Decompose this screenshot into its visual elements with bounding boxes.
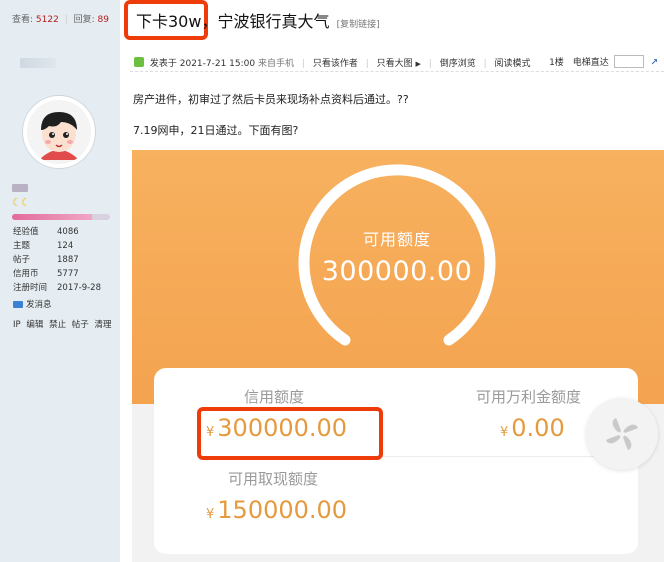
- post-meta: 发表于 2021-7-21 15:00 来自手机 | 只看该作者 | 只看大图 …: [134, 56, 531, 69]
- stat-value[interactable]: 4086: [57, 227, 79, 237]
- cash-limit-amount: 150000.00: [217, 496, 348, 524]
- post-line-2: 7.19网申，21日通过。下面有图?: [133, 124, 299, 137]
- send-message-label: 发消息: [26, 300, 52, 310]
- only-large-image-link[interactable]: 只看大图: [377, 59, 413, 69]
- avatar-cartoon-icon: [27, 100, 91, 164]
- stat-label: 注册时间: [13, 283, 48, 293]
- stat-row: 主题 124: [13, 239, 101, 253]
- divider: |: [428, 59, 432, 69]
- admin-link-edit[interactable]: 编辑: [26, 320, 43, 330]
- cash-limit-label: 可用取现额度: [228, 470, 319, 488]
- envelope-icon: [13, 301, 23, 308]
- only-author-link[interactable]: 只看该作者: [313, 59, 358, 69]
- stat-row: 经验值 4086: [13, 225, 101, 239]
- wanli-limit-amount: 0.00: [511, 414, 565, 442]
- replies-label: 回复:: [73, 15, 95, 25]
- post-line-1: 房产进件，初审过了然后卡员来现场补点资料后通过。??: [133, 93, 409, 106]
- user-stats: 经验值 4086 主题 124 帖子 1887 信用币 5777 注册时间 2017-9-…: [13, 225, 101, 295]
- user-group-redacted: [12, 184, 28, 192]
- credit-highlight-box: [197, 407, 383, 460]
- stat-row: 信用币 5777: [13, 267, 101, 281]
- credit-limit-label: 信用额度: [244, 388, 305, 406]
- copy-link[interactable]: [复制链接]: [337, 20, 380, 30]
- attached-image[interactable]: 可用额度 300000.00 信用额度 可用万利金额度 ¥300000.00 ¥…: [132, 150, 664, 562]
- currency-symbol: ¥: [500, 425, 509, 440]
- floor-number: 1楼: [549, 58, 564, 68]
- admin-link-clean[interactable]: 清理: [95, 320, 112, 330]
- gauge-value: 300000.00: [321, 256, 473, 287]
- elevator-label: 电梯直达: [572, 58, 609, 68]
- moon-rank-icon: ☾☾: [12, 196, 31, 209]
- avatar[interactable]: [23, 96, 95, 168]
- replies-count: 89: [97, 15, 109, 25]
- divider: |: [483, 59, 487, 69]
- stat-label: 信用币: [13, 269, 39, 279]
- cash-limit-value: ¥150000.00: [206, 496, 347, 524]
- reading-mode-link[interactable]: 阅读模式: [495, 59, 531, 69]
- divider: |: [301, 59, 305, 69]
- jump-arrow-icon[interactable]: ↗: [650, 58, 658, 68]
- admin-link-posts[interactable]: 帖子: [72, 320, 89, 330]
- admin-links: IP 编辑 禁止 帖子 清理: [13, 318, 115, 330]
- wanli-limit-value: ¥0.00: [500, 414, 565, 442]
- stat-row: 帖子 1887: [13, 253, 101, 267]
- admin-link-ban[interactable]: 禁止: [49, 320, 66, 330]
- floor-navigation: 1楼 电梯直达 ↗: [549, 55, 658, 68]
- limit-card: 信用额度 可用万利金额度 ¥300000.00 ¥0.00 可用取现额度 ¥15…: [154, 368, 638, 554]
- stat-value: 5777: [57, 269, 79, 279]
- title-highlight-text: 下卡30w，: [136, 12, 218, 31]
- post-info-bar: 发表于 2021-7-21 15:00 来自手机 | 只看该作者 | 只看大图 …: [130, 52, 664, 72]
- stat-label: 主题: [13, 241, 31, 251]
- send-message-link[interactable]: 发消息: [13, 298, 52, 310]
- stat-label: 帖子: [13, 255, 31, 265]
- reverse-order-link[interactable]: 倒序浏览: [440, 59, 476, 69]
- stat-value: 2017-9-28: [57, 283, 101, 293]
- thread-stats: 查看: 5122 | 回复: 89: [0, 0, 120, 40]
- online-status-icon: [134, 57, 144, 67]
- rank-progress-bar: [12, 214, 110, 220]
- triangle-right-icon: ▶: [415, 60, 421, 68]
- floor-jump-input[interactable]: [613, 55, 644, 68]
- gauge-label: 可用额度: [362, 230, 431, 249]
- stat-value[interactable]: 1887: [57, 255, 79, 265]
- wanli-limit-label: 可用万利金额度: [476, 388, 582, 406]
- pinwheel-icon: [606, 418, 638, 450]
- username-redacted[interactable]: [20, 58, 56, 68]
- stat-row: 注册时间 2017-9-28: [13, 281, 101, 295]
- admin-link-ip[interactable]: IP: [13, 320, 21, 330]
- post-date: 发表于 2021-7-21 15:00: [149, 59, 256, 69]
- views-count: 5122: [35, 15, 59, 25]
- pinwheel-float-button[interactable]: [586, 398, 658, 470]
- currency-symbol: ¥: [206, 507, 215, 522]
- stats-divider: |: [64, 15, 68, 25]
- views-label: 查看:: [12, 15, 34, 25]
- user-sidebar: ☾☾ 经验值 4086 主题 124 帖子 1887 信用币 5777 注册时间 2017…: [0, 40, 120, 562]
- rank-progress-fill: [12, 214, 93, 220]
- stat-label: 经验值: [13, 227, 39, 237]
- stat-value[interactable]: 124: [57, 241, 73, 251]
- thread-title-text: 宁波银行真大气: [217, 12, 330, 31]
- divider: |: [365, 59, 369, 69]
- from-mobile-link[interactable]: 来自手机: [258, 59, 294, 69]
